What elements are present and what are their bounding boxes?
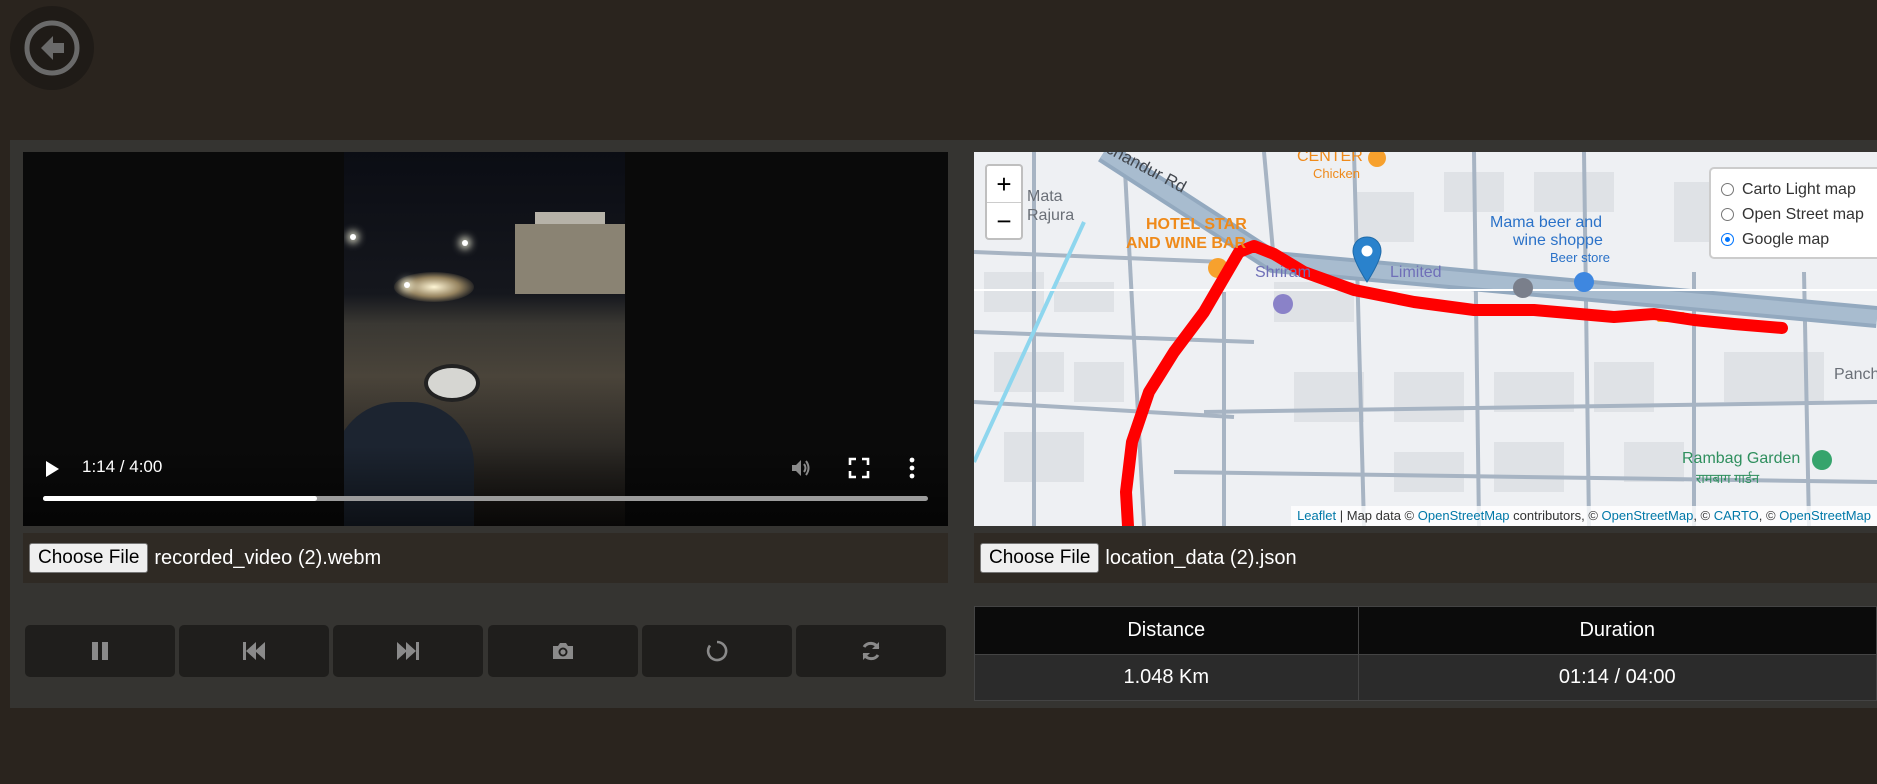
layer-label-google: Google map: [1742, 230, 1830, 248]
video-progress-bar[interactable]: [43, 496, 928, 501]
zoom-in-button[interactable]: +: [987, 166, 1021, 202]
pause-button[interactable]: [25, 625, 175, 677]
duration-value: 01:14 / 04:00: [1357, 654, 1877, 701]
location-file-input: Choose File location_data (2).json: [974, 533, 1877, 583]
video-file-input: Choose File recorded_video (2).webm: [23, 533, 948, 583]
location-file-name: location_data (2).json: [1105, 546, 1297, 569]
layer-option-google[interactable]: Google map: [1721, 227, 1877, 252]
map-label-hotel-2: AND WINE BAR: [1126, 235, 1246, 252]
zoom-out-button[interactable]: −: [987, 202, 1021, 239]
play-icon[interactable]: [44, 460, 60, 478]
table-header-row: Distance Duration: [974, 606, 1877, 655]
osm-link-3[interactable]: OpenStreetMap: [1779, 508, 1871, 523]
volume-icon[interactable]: [789, 456, 813, 480]
choose-video-file-button[interactable]: Choose File: [29, 543, 149, 573]
leaflet-link[interactable]: Leaflet: [1297, 508, 1336, 523]
location-marker-icon[interactable]: [1352, 236, 1382, 284]
layer-label-carto: Carto Light map: [1742, 180, 1856, 198]
map-label-beer-store: Beer store: [1550, 250, 1610, 265]
osm-link[interactable]: OpenStreetMap: [1418, 508, 1510, 523]
osm-link-2[interactable]: OpenStreetMap: [1602, 508, 1694, 523]
header-distance: Distance: [974, 606, 1359, 655]
back-button[interactable]: [10, 6, 94, 90]
video-file-name: recorded_video (2).webm: [154, 546, 382, 569]
trip-stats-table: Distance Duration 1.048 Km 01:14 / 04:00: [974, 606, 1877, 701]
skip-forward-icon: [397, 642, 419, 660]
radio-osm[interactable]: [1721, 208, 1734, 221]
loading-button[interactable]: [642, 625, 792, 677]
map-label-rajura: Rajura: [1027, 207, 1075, 224]
radio-google[interactable]: [1721, 233, 1734, 246]
map-label-panch: Panch: [1834, 366, 1877, 383]
distance-value: 1.048 Km: [974, 654, 1359, 701]
spinner-icon: [706, 640, 728, 662]
refresh-button[interactable]: [796, 625, 946, 677]
map-label-chicken: Chicken: [1313, 166, 1360, 181]
pause-icon: [92, 642, 108, 660]
snapshot-button[interactable]: [488, 625, 638, 677]
layer-label-osm: Open Street map: [1742, 205, 1864, 223]
map-zoom-control: + −: [985, 164, 1023, 240]
map-label-beer: Mama beer and: [1490, 214, 1603, 231]
video-progress-fill: [43, 496, 318, 501]
map-label-hotel: HOTEL STAR: [1146, 216, 1247, 233]
attribution-contributors: contributors, ©: [1513, 508, 1598, 523]
choose-location-file-button[interactable]: Choose File: [980, 543, 1100, 573]
fullscreen-icon[interactable]: [848, 457, 870, 479]
map-label-beer-2: wine shoppe: [1513, 232, 1603, 249]
map-label-rambag: Rambag Garden: [1682, 450, 1801, 467]
map-label-mata: Mata: [1027, 188, 1063, 205]
table-row: 1.048 Km 01:14 / 04:00: [974, 654, 1877, 701]
camera-icon: [553, 643, 573, 659]
video-player[interactable]: 1:14 / 4:00: [23, 152, 948, 526]
map-layer-switcher: Carto Light map Open Street map Google m…: [1709, 167, 1877, 259]
arrow-left-circle-icon: [24, 20, 80, 76]
video-time: 1:14 / 4:00: [82, 457, 163, 476]
radio-carto[interactable]: [1721, 183, 1734, 196]
map-label-shriram: Shriram: [1255, 264, 1312, 281]
map-attribution: Leaflet | Map data © OpenStreetMap contr…: [1291, 506, 1877, 526]
attribution-map-data: Map data ©: [1346, 508, 1415, 523]
map-label-limited: Limited: [1390, 264, 1442, 281]
route-map[interactable]: chandur Rd CENTER Chicken Mata Rajura HO…: [974, 152, 1877, 526]
layer-option-carto[interactable]: Carto Light map: [1721, 177, 1877, 202]
layer-option-osm[interactable]: Open Street map: [1721, 202, 1877, 227]
map-label-center: CENTER: [1297, 152, 1363, 165]
previous-button[interactable]: [179, 625, 329, 677]
skip-back-icon: [243, 642, 265, 660]
more-options-icon[interactable]: [908, 457, 916, 479]
header-duration: Duration: [1357, 606, 1877, 655]
next-button[interactable]: [333, 625, 483, 677]
map-label-rambag-hindi: रामबाग गार्डन: [1696, 471, 1760, 486]
carto-link[interactable]: CARTO: [1714, 508, 1759, 523]
refresh-icon: [862, 641, 880, 661]
